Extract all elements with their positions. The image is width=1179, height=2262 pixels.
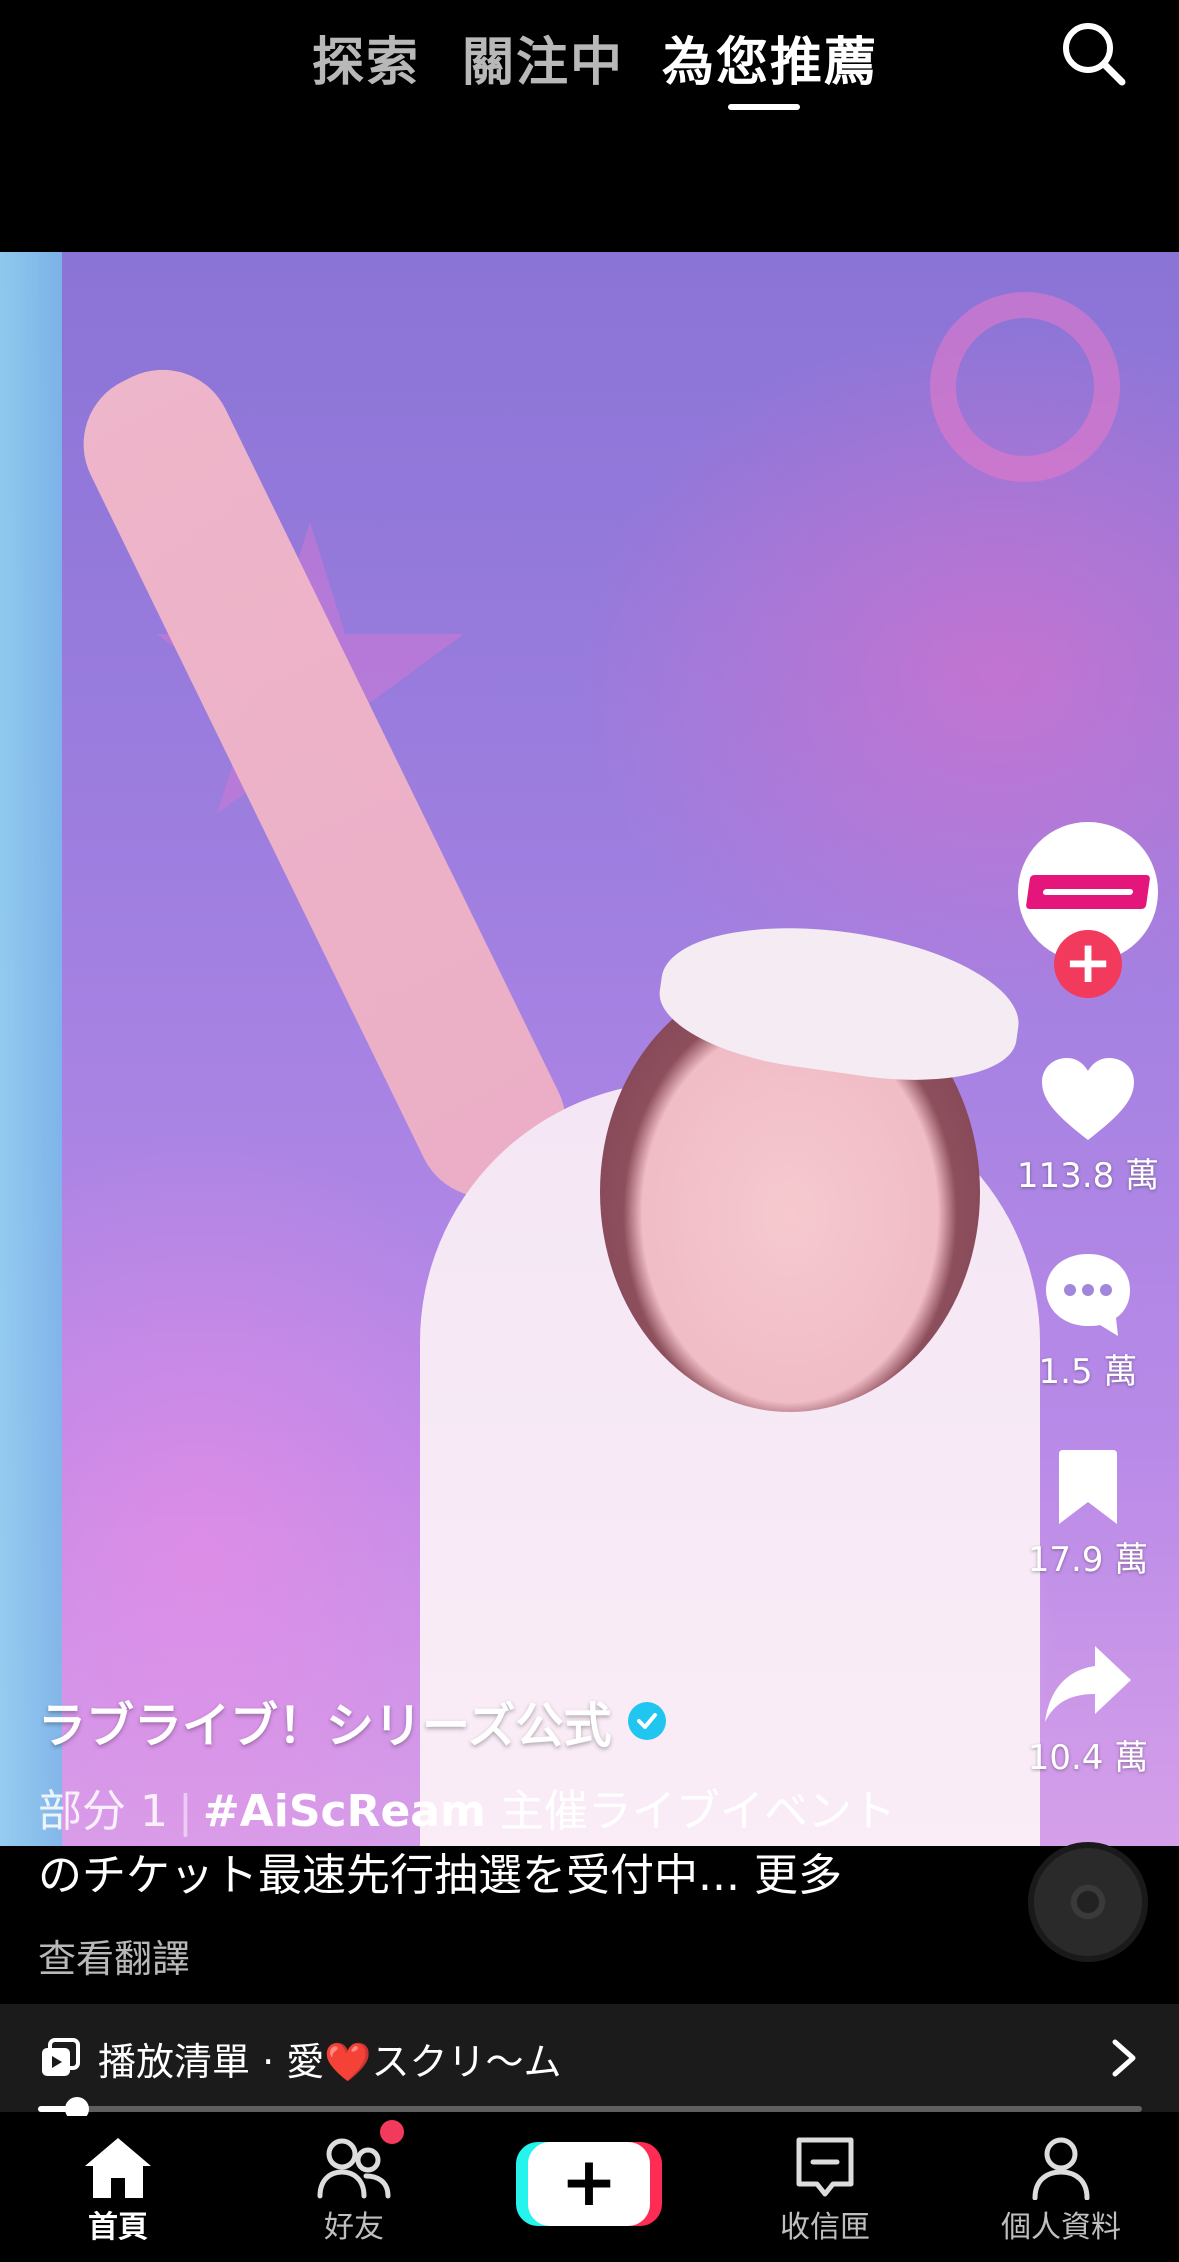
creator-name-text: ラブライブ！シリーズ公式	[38, 1698, 612, 1754]
sound-disc-icon[interactable]	[1028, 1842, 1148, 1962]
stage-pillar	[0, 252, 62, 1846]
comment-icon	[1046, 1254, 1130, 1336]
tab-following[interactable]: 關注中	[462, 20, 624, 95]
nav-friends[interactable]: 好友	[236, 2136, 472, 2246]
playlist-label: 播放清單 · 愛❤️スクリ～ム	[98, 2039, 562, 2084]
comment-button[interactable]: 1.5 萬	[1016, 1250, 1160, 1393]
hashtag-link[interactable]: #AiScReam	[203, 1786, 486, 1837]
comment-count: 1.5 萬	[1038, 1352, 1138, 1392]
friends-notification-badge	[380, 2120, 404, 2144]
tab-explore[interactable]: 探索	[312, 20, 420, 95]
part-separator: |	[177, 1786, 193, 1837]
create-button[interactable]: +	[516, 2142, 662, 2226]
brand-logo	[1025, 875, 1151, 909]
playlist-bar[interactable]: 播放清單 · 愛❤️スクリ～ム	[0, 2004, 1179, 2112]
creator-name[interactable]: ラブライブ！シリーズ公式	[38, 1686, 666, 1756]
like-count: 113.8 萬	[1016, 1156, 1160, 1196]
share-count: 10.4 萬	[1027, 1738, 1149, 1778]
tab-for-you[interactable]: 為您推薦	[662, 20, 878, 95]
see-translation-link[interactable]: 查看翻譯	[38, 1928, 190, 1983]
playlist-icon	[42, 2038, 80, 2076]
profile-icon	[1032, 2137, 1090, 2200]
chevron-right-icon	[1112, 2039, 1136, 2077]
nav-home[interactable]: 首頁	[0, 2136, 236, 2246]
video-description: 部分 1 | #AiScReam 主催ライブイベントのチケット最速先行抽選を受付中.…	[38, 1780, 938, 1908]
series-part[interactable]: 部分 1	[38, 1786, 168, 1837]
nav-inbox[interactable]: 收信匣	[707, 2136, 943, 2246]
friends-icon	[317, 2138, 391, 2199]
nav-home-label: 首頁	[88, 2210, 148, 2245]
nav-friends-label: 好友	[324, 2210, 384, 2245]
description-line-1: 主催ライブイベント	[485, 1786, 896, 1837]
verified-badge-icon	[627, 1702, 666, 1740]
bookmark-icon	[1059, 1450, 1117, 1524]
create-plus-icon: +	[528, 2142, 650, 2226]
video-player[interactable]	[0, 252, 1179, 1846]
nav-profile-label: 個人資料	[1001, 2210, 1121, 2245]
heart-icon	[1042, 1058, 1134, 1140]
nav-profile[interactable]: 個人資料	[943, 2136, 1179, 2246]
nav-inbox-label: 收信匣	[780, 2210, 870, 2245]
top-bar: 探索 關注中 為您推薦	[0, 0, 1179, 120]
like-button[interactable]: 113.8 萬	[1016, 1056, 1160, 1197]
save-button[interactable]: 17.9 萬	[1016, 1450, 1160, 1581]
performer-arm	[60, 346, 590, 1221]
home-icon	[85, 2138, 151, 2198]
follow-button[interactable]: +	[1054, 930, 1122, 998]
search-icon[interactable]	[1058, 18, 1128, 88]
more-link[interactable]: 更多	[754, 1850, 842, 1901]
active-tab-indicator	[728, 104, 800, 110]
share-button[interactable]: 10.4 萬	[1016, 1644, 1160, 1779]
save-count: 17.9 萬	[1027, 1540, 1149, 1580]
description-line-2: のチケット最速先行抽選を受付中...	[38, 1850, 754, 1901]
inbox-icon	[796, 2137, 854, 2197]
stage-sun-decoration	[930, 292, 1120, 482]
video-progress-bar[interactable]	[38, 2097, 1142, 2121]
share-icon	[1045, 1646, 1131, 1722]
